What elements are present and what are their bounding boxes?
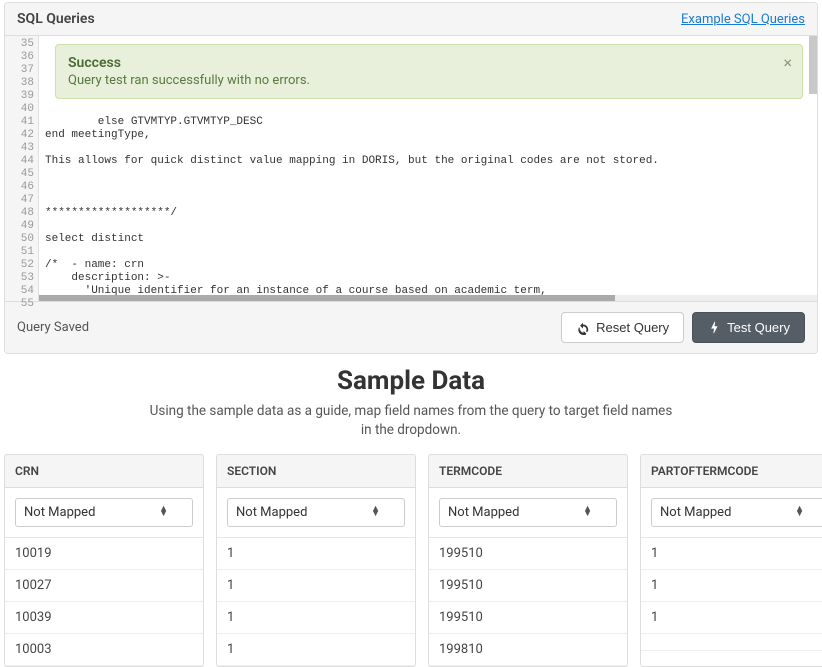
data-cell: 10039 [5,602,203,634]
sample-data-subtitle: Using the sample data as a guide, map fi… [0,402,822,440]
alert-message: Query test ran successfully with no erro… [68,73,772,88]
panel-header: SQL Queries Example SQL Queries [5,3,817,36]
data-cell [641,634,822,651]
column-header: SECTION [217,455,415,488]
caret-sort-icon: ▲▼ [159,507,168,517]
data-cell: 1 [217,602,415,634]
panel-footer: Query Saved Reset Query Test Query [5,301,817,353]
mapping-select-value: Not Mapped [660,505,731,520]
test-query-button[interactable]: Test Query [692,312,805,343]
data-cell: 10019 [5,538,203,570]
example-queries-link[interactable]: Example SQL Queries [681,12,805,27]
reset-query-label: Reset Query [596,320,669,335]
footer-buttons: Reset Query Test Query [561,312,805,343]
mapping-select-wrap: Not Mapped ▲▼ [5,488,203,538]
code-line [45,194,811,207]
sample-column: TERMCODENot Mapped▲▼19951019951019951019… [428,454,628,667]
caret-sort-icon: ▲▼ [795,507,804,517]
mapping-select-value: Not Mapped [24,505,95,520]
horizontal-scrollbar-thumb[interactable] [39,295,615,301]
code-line: This allows for quick distinct value map… [45,155,811,168]
mapping-select[interactable]: Not Mapped ▲▼ [15,498,193,527]
refresh-icon [576,321,590,335]
column-header: CRN [5,455,203,488]
code-line [45,142,811,155]
data-cell: 10027 [5,570,203,602]
sample-column: PARTOFTERMCODENot Mapped▲▼111 [640,454,822,667]
mapping-select[interactable]: Not Mapped ▲▼ [651,498,822,527]
success-alert: Success Query test ran successfully with… [55,44,803,99]
sample-column: SECTIONNot Mapped▲▼1111 [216,454,416,667]
alert-title: Success [68,55,772,71]
sample-data-title: Sample Data [0,366,822,396]
code-line: /* - name: crn [45,259,811,272]
caret-sort-icon: ▲▼ [371,507,380,517]
data-cell: 199510 [429,602,627,634]
code-editor[interactable]: 3536373839404142434445464748495051525354… [5,36,817,301]
data-cell: 199510 [429,570,627,602]
data-cell: 1 [217,570,415,602]
mapping-select-wrap: Not Mapped ▲▼ [217,488,415,538]
code-line [45,220,811,233]
column-header: TERMCODE [429,455,627,488]
code-line [45,181,811,194]
sql-queries-panel: SQL Queries Example SQL Queries 35363738… [4,2,818,354]
mapping-select[interactable]: Not Mapped ▲▼ [227,498,405,527]
data-cell: 1 [641,538,822,570]
mapping-select-value: Not Mapped [236,505,307,520]
code-line: *******************/ [45,207,811,220]
data-cell: 1 [641,570,822,602]
code-line: end meetingType, [45,129,811,142]
close-icon[interactable]: × [783,53,792,72]
code-line [45,246,811,259]
data-cell: 1 [217,634,415,666]
code-line: select distinct [45,233,811,246]
mapping-select[interactable]: Not Mapped ▲▼ [439,498,617,527]
reset-query-button[interactable]: Reset Query [561,312,684,343]
code-line: description: >- [45,272,811,285]
horizontal-scrollbar-track[interactable] [39,295,817,301]
mapping-select-wrap: Not Mapped ▲▼ [429,488,627,538]
data-cell: 199510 [429,538,627,570]
editor-gutter: 3536373839404142434445464748495051525354… [5,36,39,301]
bolt-icon [707,321,721,335]
caret-sort-icon: ▲▼ [583,507,592,517]
code-line [45,103,811,116]
data-cell: 199810 [429,634,627,666]
sample-column: CRN Not Mapped ▲▼ 10019100271003910003 [4,454,204,667]
mapping-select-wrap: Not Mapped ▲▼ [641,488,822,538]
column-header: PARTOFTERMCODE [641,455,822,488]
data-cell: 1 [641,602,822,634]
query-saved-status: Query Saved [17,320,89,335]
data-cell: 1 [217,538,415,570]
code-line [45,168,811,181]
panel-title: SQL Queries [17,11,95,27]
code-line: else GTVMTYP.GTVMTYP_DESC [45,116,811,129]
sample-columns: CRN Not Mapped ▲▼ 10019100271003910003 SECTI… [0,454,822,667]
mapping-select-value: Not Mapped [448,505,519,520]
test-query-label: Test Query [727,320,790,335]
vertical-scrollbar[interactable] [809,36,817,94]
data-cell: 10003 [5,634,203,666]
